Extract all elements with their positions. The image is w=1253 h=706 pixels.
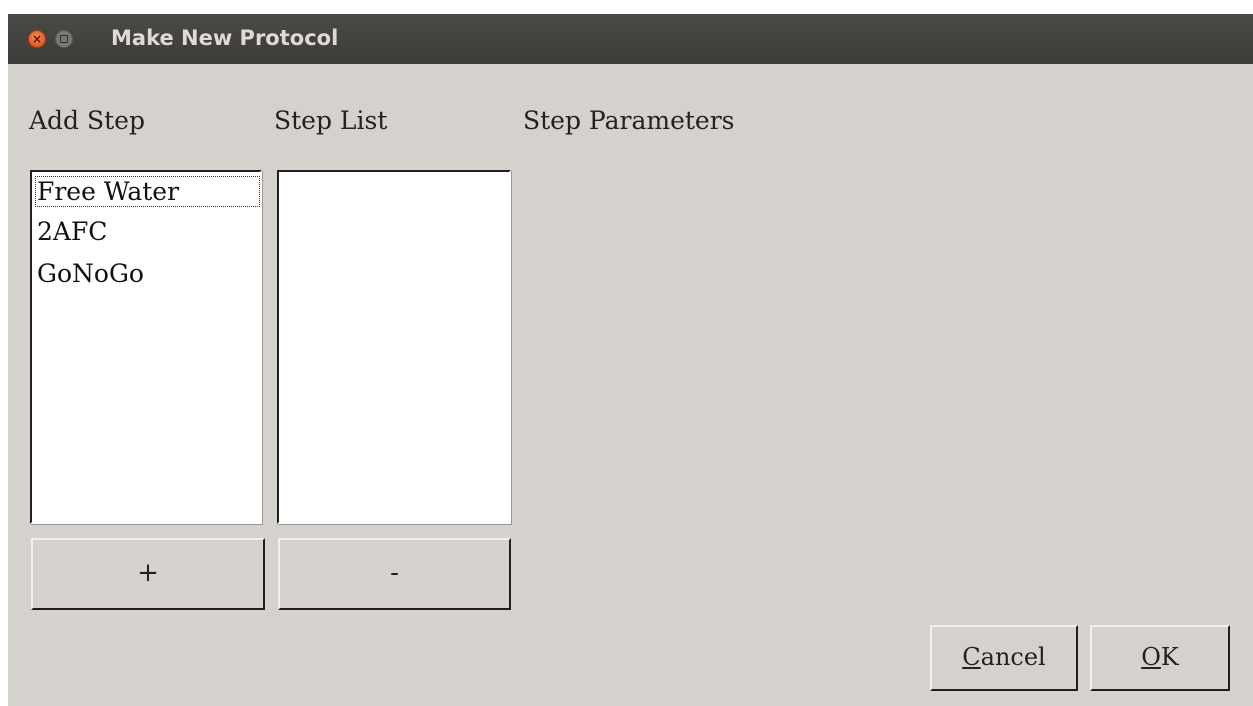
add-step-label: Add Step [29, 106, 145, 135]
ok-label: K [1160, 643, 1179, 671]
cancel-label: ancel [980, 643, 1046, 671]
maximize-icon [60, 35, 68, 43]
plus-label: + [137, 558, 159, 588]
ok-button[interactable]: OK [1090, 625, 1230, 691]
add-step-button[interactable]: + [31, 538, 265, 610]
step-parameters-label: Step Parameters [523, 106, 735, 135]
minus-label: - [390, 558, 399, 588]
title-bar[interactable]: × Make New Protocol [8, 14, 1253, 64]
add-step-item-gonogo[interactable]: GoNoGo [35, 258, 144, 289]
close-icon: × [31, 32, 43, 46]
add-step-listbox[interactable]: Free Water 2AFC GoNoGo [30, 170, 262, 524]
cancel-button[interactable]: Cancel [930, 625, 1078, 691]
remove-step-button[interactable]: - [278, 538, 511, 610]
ok-mnemonic: O [1141, 643, 1161, 671]
cancel-mnemonic: C [962, 643, 981, 671]
add-step-item-2afc[interactable]: 2AFC [35, 216, 107, 247]
window-title: Make New Protocol [111, 26, 339, 50]
step-list-listbox[interactable] [277, 170, 511, 524]
step-list-label: Step List [274, 106, 388, 135]
maximize-window-button[interactable] [55, 30, 73, 48]
make-new-protocol-dialog: × Make New Protocol Add Step Step List S… [8, 14, 1253, 706]
add-step-item-free-water[interactable]: Free Water [35, 176, 260, 207]
close-window-button[interactable]: × [28, 30, 46, 48]
